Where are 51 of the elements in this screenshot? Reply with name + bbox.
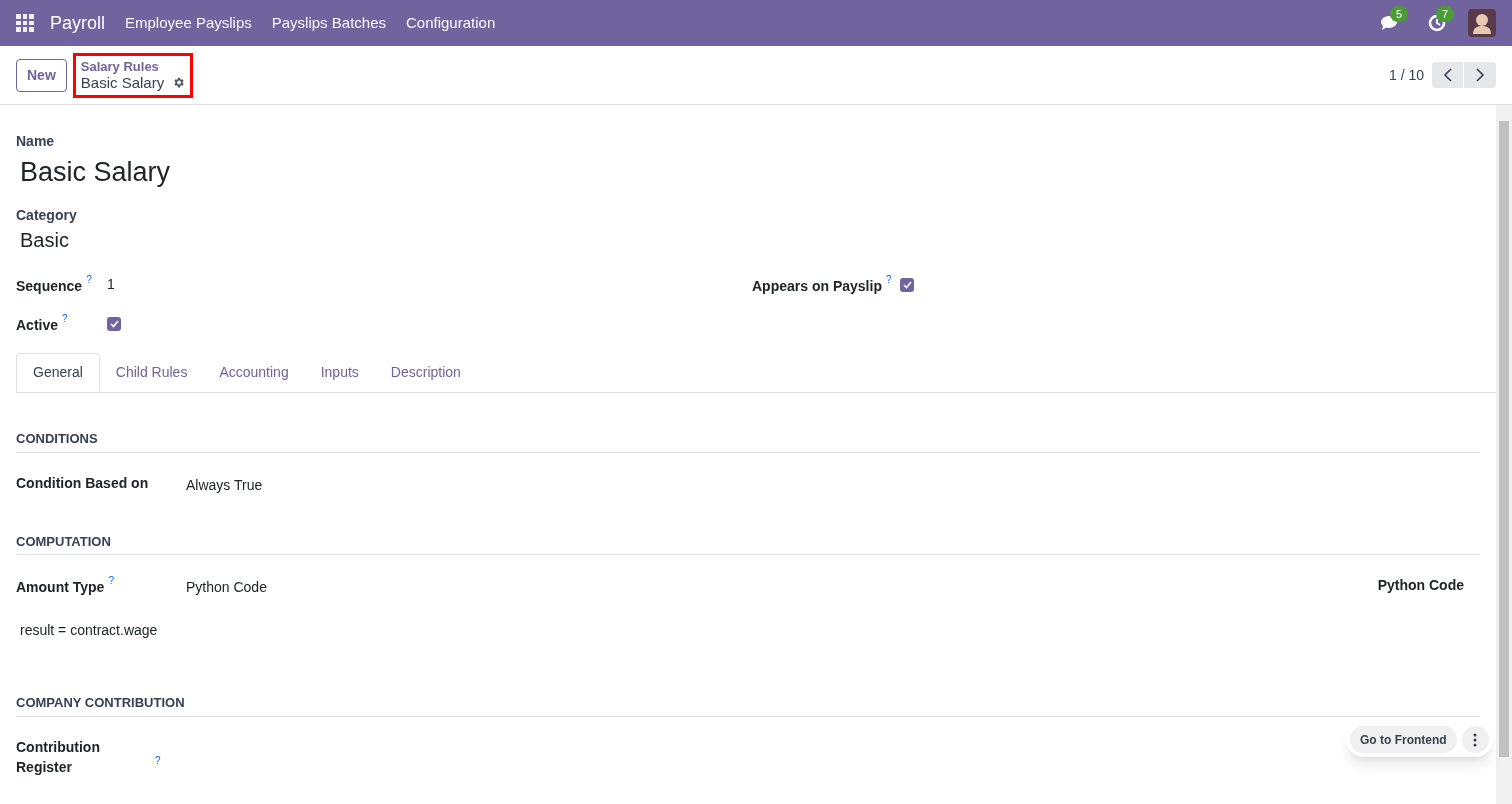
user-avatar[interactable] bbox=[1468, 9, 1496, 37]
chevron-right-icon bbox=[1475, 68, 1485, 82]
field-label: Python Code bbox=[1377, 576, 1464, 595]
breadcrumb-current: Basic Salary bbox=[80, 73, 165, 92]
help-mark[interactable]: ? bbox=[86, 273, 92, 286]
section-title: COMPUTATION bbox=[16, 531, 1480, 555]
chevron-left-icon bbox=[1442, 68, 1453, 82]
help-mark[interactable]: ? bbox=[885, 273, 892, 286]
scrollbar-thumb[interactable] bbox=[1499, 121, 1509, 757]
checkbox[interactable] bbox=[900, 277, 914, 292]
activities-button[interactable]: 7 bbox=[1422, 8, 1452, 38]
apps-menu-icon[interactable] bbox=[16, 14, 34, 32]
help-mark[interactable]: ? bbox=[108, 575, 114, 587]
nav-menu-item[interactable]: Employee Payslips bbox=[125, 11, 252, 35]
previous-button[interactable] bbox=[1432, 62, 1464, 88]
field-value: Always True bbox=[186, 475, 263, 495]
form-tab[interactable]: Child Rules bbox=[99, 353, 204, 392]
pager-value: 1 / 10 bbox=[1388, 65, 1424, 85]
count-badge: 7 bbox=[1436, 6, 1455, 22]
field-label: Name bbox=[16, 132, 56, 151]
messages-button[interactable]: 5 bbox=[1376, 8, 1406, 38]
code-value: result = contract.wage bbox=[19, 621, 159, 640]
field-label: Active bbox=[16, 315, 59, 335]
app-name[interactable]: Payroll bbox=[50, 9, 106, 37]
field-label: Appears on Payslip bbox=[752, 276, 882, 296]
go-to-frontend-button[interactable]: Go to Frontend bbox=[1350, 726, 1457, 753]
settings-icon[interactable] bbox=[172, 76, 186, 89]
category-value: Basic bbox=[19, 228, 70, 253]
field-label: Sequence bbox=[16, 276, 83, 296]
next-button[interactable] bbox=[1464, 62, 1496, 88]
help-mark[interactable]: ? bbox=[62, 312, 68, 325]
form-tab[interactable]: Description bbox=[374, 353, 477, 392]
form-tab[interactable]: General bbox=[16, 353, 100, 392]
section-title: CONDITIONS bbox=[16, 429, 1480, 453]
field-value: 1 bbox=[107, 275, 115, 294]
section-title: COMPANY CONTRIBUTION bbox=[16, 693, 1480, 717]
breadcrumb-link[interactable]: Salary Rules bbox=[80, 58, 186, 74]
help-mark[interactable]: ? bbox=[155, 754, 161, 767]
checkbox[interactable] bbox=[107, 316, 121, 331]
field-label: Condition Based on bbox=[16, 473, 149, 493]
count-badge: 5 bbox=[1390, 6, 1409, 22]
name-value: Basic Salary bbox=[19, 156, 172, 189]
form-tab[interactable]: Inputs bbox=[304, 353, 375, 392]
new-button[interactable]: New bbox=[16, 58, 67, 92]
field-value: Python Code bbox=[186, 578, 267, 597]
field-label: Category bbox=[16, 206, 78, 225]
field-label: Amount Type bbox=[16, 578, 105, 597]
form-tab[interactable]: Accounting bbox=[203, 353, 305, 392]
nav-menu-item[interactable]: Configuration bbox=[406, 11, 496, 35]
nav-menu-item[interactable]: Payslips Batches bbox=[271, 11, 386, 35]
field-label: Contribution Register bbox=[16, 737, 101, 777]
